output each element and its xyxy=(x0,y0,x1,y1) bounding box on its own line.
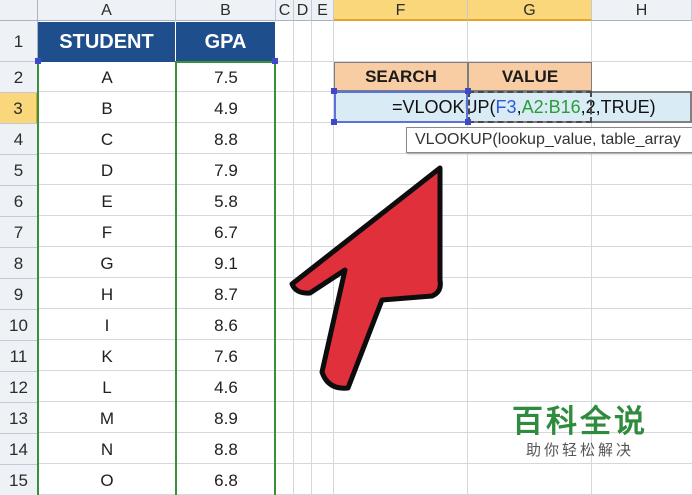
reference-handle[interactable] xyxy=(331,119,337,125)
formula-edit-cell[interactable]: =VLOOKUP(F3,A2:B16,2,TRUE) xyxy=(334,91,692,123)
cell-gpa[interactable]: 7.5 xyxy=(176,62,276,93)
column-header-g[interactable]: G xyxy=(468,0,592,21)
reference-handle[interactable] xyxy=(465,119,471,125)
row-header-6[interactable]: 6 xyxy=(0,186,38,217)
cell-gpa[interactable]: 4.9 xyxy=(176,93,276,124)
cell-gpa[interactable]: 6.7 xyxy=(176,217,276,248)
selection-handle[interactable] xyxy=(272,58,278,64)
row-header-7[interactable]: 7 xyxy=(0,217,38,248)
column-header-e[interactable]: E xyxy=(312,0,334,21)
range-selection-edge xyxy=(37,61,39,495)
cell-gpa[interactable]: 6.8 xyxy=(176,465,276,495)
search-header-cell[interactable]: SEARCH xyxy=(334,62,468,91)
column-header-c[interactable]: C xyxy=(276,0,294,21)
cell-student[interactable]: N xyxy=(38,434,176,465)
row-header-3[interactable]: 3 xyxy=(0,93,38,124)
grid-line xyxy=(293,21,294,495)
header-cell-gpa[interactable]: GPA xyxy=(176,22,276,62)
cell-student[interactable]: D xyxy=(38,155,176,186)
formula-ref-search: F3 xyxy=(495,97,517,117)
cell-gpa[interactable]: 8.7 xyxy=(176,279,276,310)
grid-line xyxy=(311,21,312,495)
column-header-h[interactable]: H xyxy=(592,0,692,21)
reference-handle[interactable] xyxy=(331,88,337,94)
row-header-13[interactable]: 13 xyxy=(0,403,38,434)
cell-gpa[interactable]: 5.8 xyxy=(176,186,276,217)
formula-prefix: =VLOOKUP( xyxy=(392,97,496,117)
cell-student[interactable]: M xyxy=(38,403,176,434)
selection-handle[interactable] xyxy=(35,58,41,64)
header-cell-student[interactable]: STUDENT xyxy=(38,22,176,62)
tooltip-text: VLOOKUP(lookup_value, table_array xyxy=(415,131,681,148)
row-header-15[interactable]: 15 xyxy=(0,465,38,495)
cell-student[interactable]: F xyxy=(38,217,176,248)
row-header-14[interactable]: 14 xyxy=(0,434,38,465)
watermark: 百科全说 助你轻松解决 xyxy=(505,404,655,462)
column-header-a[interactable]: A xyxy=(38,0,176,21)
row-header-4[interactable]: 4 xyxy=(0,124,38,155)
formula-ref-range: A2:B16 xyxy=(521,97,581,117)
formula-suffix: ,2,TRUE) xyxy=(580,97,656,117)
cell-student[interactable]: A xyxy=(38,62,176,93)
cell-gpa[interactable]: 8.8 xyxy=(176,434,276,465)
cell-gpa[interactable]: 8.8 xyxy=(176,124,276,155)
row-header-8[interactable]: 8 xyxy=(0,248,38,279)
cell-student[interactable]: E xyxy=(38,186,176,217)
column-header-d[interactable]: D xyxy=(294,0,312,21)
cell-gpa[interactable]: 7.6 xyxy=(176,341,276,372)
watermark-subtitle: 助你轻松解决 xyxy=(525,442,634,459)
spreadsheet: A B C D E F G H 1 2 3 4 5 6 7 8 9 10 11 … xyxy=(0,0,692,495)
column-header-f[interactable]: F xyxy=(334,0,468,21)
cell-student[interactable]: B xyxy=(38,93,176,124)
cell-gpa[interactable]: 7.9 xyxy=(176,155,276,186)
function-tooltip: VLOOKUP(lookup_value, table_array xyxy=(406,127,692,153)
cell-gpa[interactable]: 8.6 xyxy=(176,310,276,341)
cell-gpa[interactable]: 9.1 xyxy=(176,248,276,279)
watermark-title: 百科全说 xyxy=(512,404,648,439)
cell-student[interactable]: L xyxy=(38,372,176,403)
cell-gpa[interactable]: 4.6 xyxy=(176,372,276,403)
cell-student[interactable]: G xyxy=(38,248,176,279)
cell-student[interactable]: C xyxy=(38,124,176,155)
row-header-12[interactable]: 12 xyxy=(0,372,38,403)
row-header-1[interactable]: 1 xyxy=(0,21,38,62)
cell-gpa[interactable]: 8.9 xyxy=(176,403,276,434)
select-all-corner[interactable] xyxy=(0,0,38,21)
cell-student[interactable]: K xyxy=(38,341,176,372)
cell-student[interactable]: O xyxy=(38,465,176,495)
value-header-cell[interactable]: VALUE xyxy=(468,62,592,91)
reference-handle[interactable] xyxy=(465,88,471,94)
row-header-10[interactable]: 10 xyxy=(0,310,38,341)
cell-student[interactable]: I xyxy=(38,310,176,341)
column-header-b[interactable]: B xyxy=(176,0,276,21)
row-header-9[interactable]: 9 xyxy=(0,279,38,310)
row-header-11[interactable]: 11 xyxy=(0,341,38,372)
cell-student[interactable]: H xyxy=(38,279,176,310)
row-header-2[interactable]: 2 xyxy=(0,62,38,93)
row-header-5[interactable]: 5 xyxy=(0,155,38,186)
